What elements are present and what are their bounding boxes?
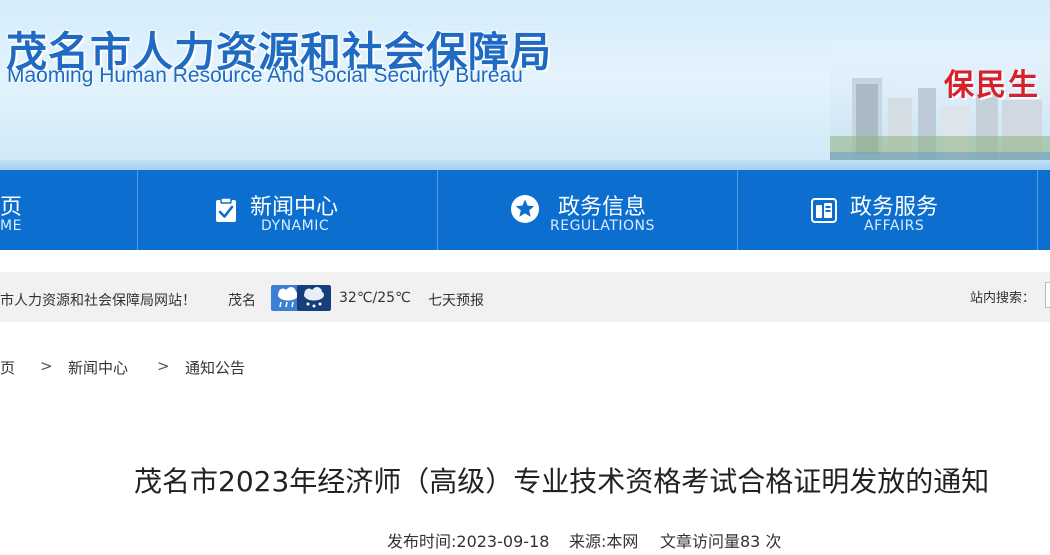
publish-time: 发布时间:2023-09-18 xyxy=(387,532,550,551)
welcome-text: 市人力资源和社会保障局网站！ xyxy=(0,293,196,309)
breadcrumb-home[interactable]: 页 xyxy=(0,357,15,378)
nav-label-zh: 页 xyxy=(0,195,23,220)
nav-label-zh: 政务服务 xyxy=(850,195,939,220)
nav-item-home[interactable]: 页 ME xyxy=(0,170,138,250)
nav-item-affairs[interactable]: 政务服务 AFFAIRS xyxy=(738,170,1038,250)
slogan-text: 保民生 xyxy=(944,68,1040,103)
article-source: 来源:本网 xyxy=(569,532,639,551)
nav-label-en: REGULATIONS xyxy=(550,218,655,234)
article-title: 茂名市2023年经济师（高级）专业技术资格考试合格证明发放的通知 xyxy=(134,465,990,498)
site-banner: 茂名市人力资源和社会保障局 Maoming Human Resource And… xyxy=(0,0,1050,170)
nav-item-news[interactable]: 新闻中心 DYNAMIC xyxy=(138,170,438,250)
breadcrumb-notices[interactable]: 通知公告 xyxy=(185,357,245,378)
nav-item-regulations[interactable]: 政务信息 REGULATIONS xyxy=(438,170,738,250)
banner-divider xyxy=(0,160,1050,170)
temperature-text: 32℃/25℃ xyxy=(339,290,411,306)
nav-label-zh: 政务信息 xyxy=(558,195,647,220)
star-icon xyxy=(511,195,539,223)
breadcrumb-separator: > xyxy=(40,357,53,375)
breadcrumb-separator: > xyxy=(157,357,170,375)
service-icon xyxy=(811,198,837,223)
nav-label-en: ME xyxy=(0,218,22,234)
snow-cloud-icon xyxy=(297,285,331,311)
nav-label-en: AFFAIRS xyxy=(864,218,925,234)
main-nav: 页 ME 新闻中心 DYNAMIC 政务信息 REGULATIONS 政务服务 … xyxy=(0,170,1050,250)
clipboard-check-icon xyxy=(216,197,236,222)
seven-day-forecast-link[interactable]: 七天预报 xyxy=(428,290,484,310)
breadcrumb-news-center[interactable]: 新闻中心 xyxy=(68,357,128,378)
site-search-input[interactable] xyxy=(1045,282,1050,308)
visit-count: 文章访问量83 次 xyxy=(660,532,782,551)
info-bar: 市人力资源和社会保障局网站！ 茂名 32℃/25℃ 七天预报 站内搜索： xyxy=(0,272,1050,322)
weather-city: 茂名 xyxy=(228,293,256,309)
nav-label-en: DYNAMIC xyxy=(261,218,330,234)
nav-label-zh: 新闻中心 xyxy=(250,195,339,220)
site-search-label: 站内搜索： xyxy=(970,291,1036,306)
site-subtitle: Maoming Human Resource And Social Securi… xyxy=(7,64,523,87)
